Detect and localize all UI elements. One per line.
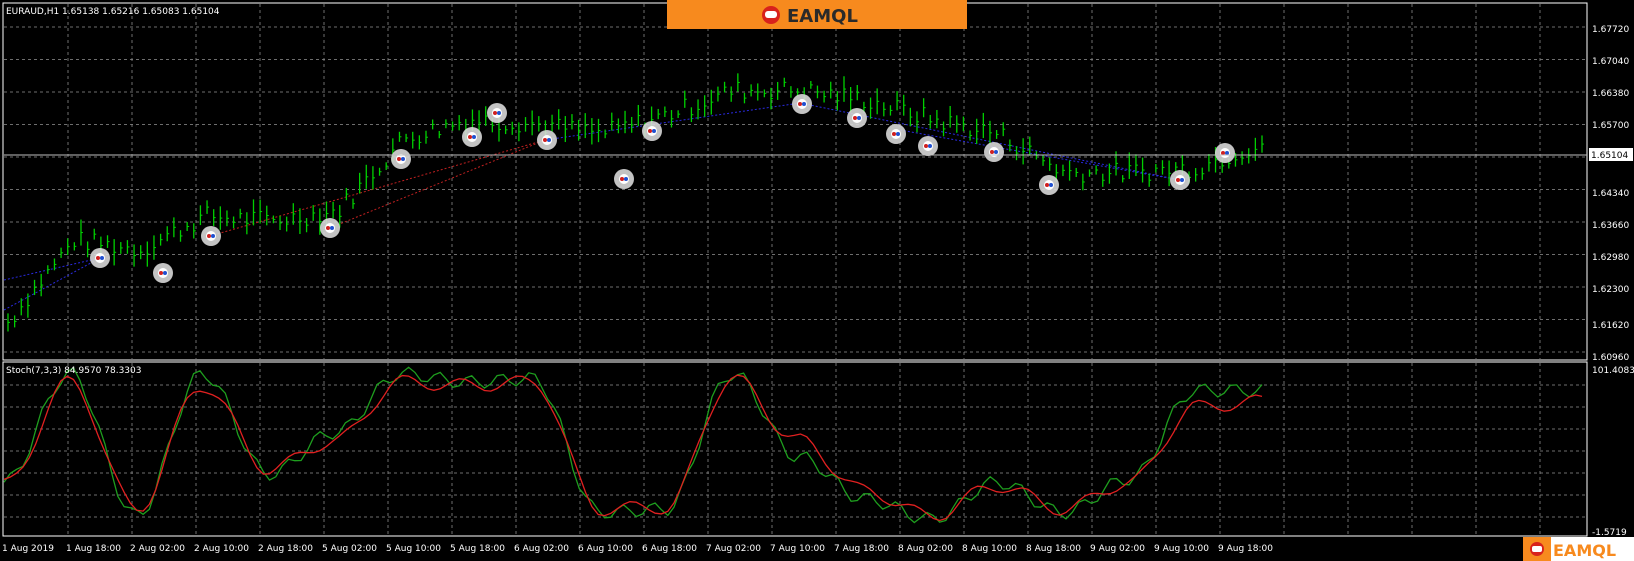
signal-dot-blue xyxy=(100,256,104,260)
top-brand-banner: EAMQL xyxy=(667,0,967,29)
time-tick: 6 Aug 02:00 xyxy=(514,544,569,554)
price-tick: 1.65700 xyxy=(1592,121,1629,131)
price-tick: 1.64340 xyxy=(1592,189,1629,199)
time-tick: 6 Aug 10:00 xyxy=(578,544,633,554)
signal-dot-red xyxy=(96,256,100,260)
time-tick: 7 Aug 18:00 xyxy=(834,544,889,554)
signal-dot-red xyxy=(648,129,652,133)
signal-dot-blue xyxy=(1180,178,1184,182)
price-tick: 1.67040 xyxy=(1592,57,1629,67)
time-tick: 5 Aug 10:00 xyxy=(386,544,441,554)
signal-dot-red xyxy=(397,157,401,161)
signal-dot-blue xyxy=(928,144,932,148)
top-brand-text: EAMQL xyxy=(787,6,858,27)
time-tick: 5 Aug 18:00 xyxy=(450,544,505,554)
signal-dot-blue xyxy=(624,177,628,181)
signal-dot-red xyxy=(1176,178,1180,182)
bottom-brand-text: EAMQL xyxy=(1553,541,1616,560)
signal-dot-blue xyxy=(211,234,215,238)
time-tick: 1 Aug 2019 xyxy=(2,544,54,554)
time-tick: 8 Aug 10:00 xyxy=(962,544,1017,554)
signal-dot-blue xyxy=(802,102,806,106)
signal-dot-blue xyxy=(994,150,998,154)
price-tick: 1.63660 xyxy=(1592,221,1629,231)
signal-dot-blue xyxy=(401,157,405,161)
signal-dot-red xyxy=(159,271,163,275)
time-tick: 8 Aug 18:00 xyxy=(1026,544,1081,554)
stoch-bottom-tick: -1.5719 xyxy=(1592,528,1627,538)
time-tick: 6 Aug 18:00 xyxy=(642,544,697,554)
signal-dot-red xyxy=(207,234,211,238)
signal-dot-blue xyxy=(547,138,551,142)
price-tick: 1.60960 xyxy=(1592,353,1629,363)
signal-dot-red xyxy=(990,150,994,154)
time-tick: 9 Aug 10:00 xyxy=(1154,544,1209,554)
time-tick: 9 Aug 02:00 xyxy=(1090,544,1145,554)
signal-dot-red xyxy=(620,177,624,181)
bottom-brand-badge: EAMQL xyxy=(1523,537,1634,561)
price-tick: 1.66380 xyxy=(1592,89,1629,99)
chart-canvas: 1.65104 EURAUD,H1 1.65138 1.65216 1.6508… xyxy=(0,0,1634,561)
time-tick: 7 Aug 10:00 xyxy=(770,544,825,554)
signal-dot-red xyxy=(853,116,857,120)
signal-dot-red xyxy=(468,135,472,139)
time-tick: 2 Aug 02:00 xyxy=(130,544,185,554)
signal-dot-red xyxy=(543,138,547,142)
time-tick: 7 Aug 02:00 xyxy=(706,544,761,554)
signal-dot-blue xyxy=(472,135,476,139)
signal-dot-blue xyxy=(1049,183,1053,187)
signal-dot-blue xyxy=(652,129,656,133)
stoch-top-tick: 101.4083 xyxy=(1592,366,1634,376)
signal-dot-blue xyxy=(896,132,900,136)
signal-dot-red xyxy=(798,102,802,106)
main-chart-header: EURAUD,H1 1.65138 1.65216 1.65083 1.6510… xyxy=(6,7,220,17)
signal-dot-red xyxy=(1221,151,1225,155)
signal-dot-blue xyxy=(163,271,167,275)
time-tick: 5 Aug 02:00 xyxy=(322,544,377,554)
signal-dot-red xyxy=(924,144,928,148)
signal-dot-red xyxy=(493,111,497,115)
signal-dot-red xyxy=(1045,183,1049,187)
signal-dot-blue xyxy=(330,226,334,230)
signal-dot-red xyxy=(326,226,330,230)
time-tick: 2 Aug 10:00 xyxy=(194,544,249,554)
time-tick: 9 Aug 18:00 xyxy=(1218,544,1273,554)
time-tick: 1 Aug 18:00 xyxy=(66,544,121,554)
price-tick: 1.62980 xyxy=(1592,253,1629,263)
price-tick: 1.61620 xyxy=(1592,321,1629,331)
stoch-header: Stoch(7,3,3) 84.9570 78.3303 xyxy=(6,366,141,376)
price-tick: 1.62300 xyxy=(1592,285,1629,295)
signal-dot-red xyxy=(892,132,896,136)
signal-dot-blue xyxy=(497,111,501,115)
price-tick: 1.67720 xyxy=(1592,25,1629,35)
time-tick: 8 Aug 02:00 xyxy=(898,544,953,554)
signal-dot-blue xyxy=(857,116,861,120)
signal-dot-blue xyxy=(1225,151,1229,155)
current-price-label: 1.65104 xyxy=(1591,151,1628,161)
time-tick: 2 Aug 18:00 xyxy=(258,544,313,554)
background xyxy=(0,0,1634,561)
